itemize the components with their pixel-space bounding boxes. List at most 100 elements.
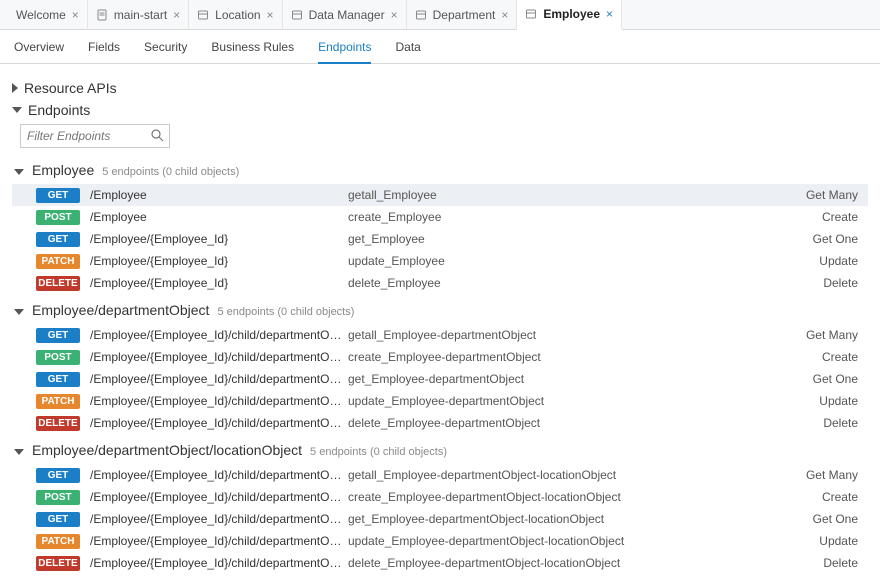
endpoint-action: Get Many xyxy=(798,468,868,482)
editor-tab[interactable]: Employee × xyxy=(517,0,622,30)
endpoint-row[interactable]: GET/Employee/{Employee_Id}/child/departm… xyxy=(12,368,868,390)
endpoint-action: Get One xyxy=(798,372,868,386)
http-method-badge: GET xyxy=(36,468,80,483)
tab-label: Department xyxy=(433,8,496,22)
entity-icon xyxy=(525,8,537,20)
editor-tab[interactable]: Department × xyxy=(407,0,518,30)
editor-tab[interactable]: Location× xyxy=(189,0,282,30)
group-subtitle: 5 endpoints (0 child objects) xyxy=(310,446,447,458)
endpoint-path: /Employee/{Employee_Id}/child/department… xyxy=(90,556,348,570)
endpoint-action: Get One xyxy=(798,232,868,246)
endpoint-row[interactable]: POST/Employee/{Employee_Id}/child/depart… xyxy=(12,346,868,368)
operation-name: update_Employee-departmentObject xyxy=(348,394,798,408)
tab-label: Data Manager xyxy=(309,8,385,22)
filter-wrapper xyxy=(20,124,170,148)
endpoint-row[interactable]: PATCH/Employee/{Employee_Id}/child/depar… xyxy=(12,390,868,412)
operation-name: get_Employee xyxy=(348,232,798,246)
close-icon[interactable]: × xyxy=(173,9,180,21)
subtab-label: Data xyxy=(395,40,420,54)
endpoint-path: /Employee/{Employee_Id}/child/department… xyxy=(90,534,348,548)
http-method-badge: POST xyxy=(36,210,80,225)
endpoint-row[interactable]: GET/Employee/{Employee_Id}/child/departm… xyxy=(12,324,868,346)
operation-name: delete_Employee xyxy=(348,276,798,290)
resource-apis-title: Resource APIs xyxy=(24,80,117,96)
endpoint-path: /Employee/{Employee_Id}/child/department… xyxy=(90,328,348,342)
search-icon xyxy=(151,129,164,142)
endpoint-group: Employee5 endpoints (0 child objects)GET… xyxy=(12,160,868,294)
subtab[interactable]: Overview xyxy=(14,40,64,63)
operation-name: get_Employee-departmentObject xyxy=(348,372,798,386)
tab-label: main-start xyxy=(114,8,167,22)
endpoints-section-header[interactable]: Endpoints xyxy=(12,102,868,118)
endpoint-path: /Employee/{Employee_Id}/child/department… xyxy=(90,490,348,504)
endpoint-row[interactable]: POST/Employee/{Employee_Id}/child/depart… xyxy=(12,486,868,508)
http-method-badge: POST xyxy=(36,490,80,505)
endpoint-row[interactable]: GET/Employee/{Employee_Id}/child/departm… xyxy=(12,508,868,530)
endpoint-row[interactable]: PATCH/Employee/{Employee_Id}/child/depar… xyxy=(12,530,868,552)
endpoint-path: /Employee/{Employee_Id}/child/department… xyxy=(90,394,348,408)
http-method-badge: PATCH xyxy=(36,394,80,409)
endpoint-path: /Employee/{Employee_Id}/child/department… xyxy=(90,350,348,364)
endpoint-row[interactable]: GET/Employeegetall_EmployeeGet Many xyxy=(12,184,868,206)
http-method-badge: PATCH xyxy=(36,534,80,549)
subtab[interactable]: Fields xyxy=(88,40,120,63)
subtab-label: Security xyxy=(144,40,187,54)
operation-name: create_Employee-departmentObject xyxy=(348,350,798,364)
endpoint-group-header[interactable]: Employee/departmentObject/locationObject… xyxy=(12,440,868,464)
endpoint-path: /Employee/{Employee_Id} xyxy=(90,232,348,246)
group-subtitle: 5 endpoints (0 child objects) xyxy=(217,306,354,318)
endpoint-groups: Employee5 endpoints (0 child objects)GET… xyxy=(12,160,868,574)
group-title: Employee/departmentObject/locationObject xyxy=(32,442,302,458)
endpoint-row[interactable]: GET/Employee/{Employee_Id}/child/departm… xyxy=(12,464,868,486)
endpoint-action: Delete xyxy=(798,276,868,290)
endpoint-action: Create xyxy=(798,350,868,364)
close-icon[interactable]: × xyxy=(501,9,508,21)
close-icon[interactable]: × xyxy=(391,9,398,21)
subtab-label: Overview xyxy=(14,40,64,54)
subtab-label: Endpoints xyxy=(318,40,371,54)
endpoint-row[interactable]: DELETE/Employee/{Employee_Id}/child/depa… xyxy=(12,552,868,574)
close-icon[interactable]: × xyxy=(72,9,79,21)
subtab[interactable]: Data xyxy=(395,40,420,63)
endpoint-group: Employee/departmentObject/locationObject… xyxy=(12,440,868,574)
operation-name: update_Employee-departmentObject-locatio… xyxy=(348,534,798,548)
endpoint-row[interactable]: POST/Employeecreate_EmployeeCreate xyxy=(12,206,868,228)
endpoint-path: /Employee/{Employee_Id}/child/department… xyxy=(90,372,348,386)
operation-name: delete_Employee-departmentObject xyxy=(348,416,798,430)
subtab[interactable]: Security xyxy=(144,40,187,63)
endpoint-row[interactable]: DELETE/Employee/{Employee_Id}/child/depa… xyxy=(12,412,868,434)
operation-name: get_Employee-departmentObject-locationOb… xyxy=(348,512,798,526)
endpoint-action: Get Many xyxy=(798,328,868,342)
subtab-label: Fields xyxy=(88,40,120,54)
tab-label: Welcome xyxy=(16,8,66,22)
entity-icon xyxy=(197,9,209,21)
subtab[interactable]: Business Rules xyxy=(211,40,294,63)
entity-icon xyxy=(291,9,303,21)
subtab[interactable]: Endpoints xyxy=(318,40,371,64)
http-method-badge: GET xyxy=(36,328,80,343)
endpoint-row[interactable]: DELETE/Employee/{Employee_Id}delete_Empl… xyxy=(12,272,868,294)
endpoint-path: /Employee/{Employee_Id} xyxy=(90,254,348,268)
editor-tab[interactable]: Data Manager × xyxy=(283,0,407,30)
endpoints-title: Endpoints xyxy=(28,102,90,118)
resource-apis-section-header[interactable]: Resource APIs xyxy=(12,80,868,96)
close-icon[interactable]: × xyxy=(606,8,613,20)
operation-name: getall_Employee xyxy=(348,188,798,202)
endpoint-row[interactable]: PATCH/Employee/{Employee_Id}update_Emplo… xyxy=(12,250,868,272)
endpoint-action: Create xyxy=(798,490,868,504)
group-title: Employee/departmentObject xyxy=(32,302,209,318)
endpoint-action: Get Many xyxy=(798,188,868,202)
endpoint-group-header[interactable]: Employee/departmentObject 5 endpoints (0 … xyxy=(12,300,868,324)
endpoint-action: Update xyxy=(798,534,868,548)
chevron-down-icon xyxy=(14,169,24,175)
endpoint-row[interactable]: GET/Employee/{Employee_Id}get_EmployeeGe… xyxy=(12,228,868,250)
editor-tab[interactable]: main-start × xyxy=(88,0,189,30)
group-title: Employee xyxy=(32,162,94,178)
operation-name: getall_Employee-departmentObject-locatio… xyxy=(348,468,798,482)
editor-tab[interactable]: Welcome × xyxy=(8,0,88,30)
endpoint-group-header[interactable]: Employee5 endpoints (0 child objects) xyxy=(12,160,868,184)
operation-name: update_Employee xyxy=(348,254,798,268)
tab-label: Employee xyxy=(543,7,600,21)
filter-endpoints-input[interactable] xyxy=(20,124,170,148)
close-icon[interactable]: × xyxy=(267,9,274,21)
